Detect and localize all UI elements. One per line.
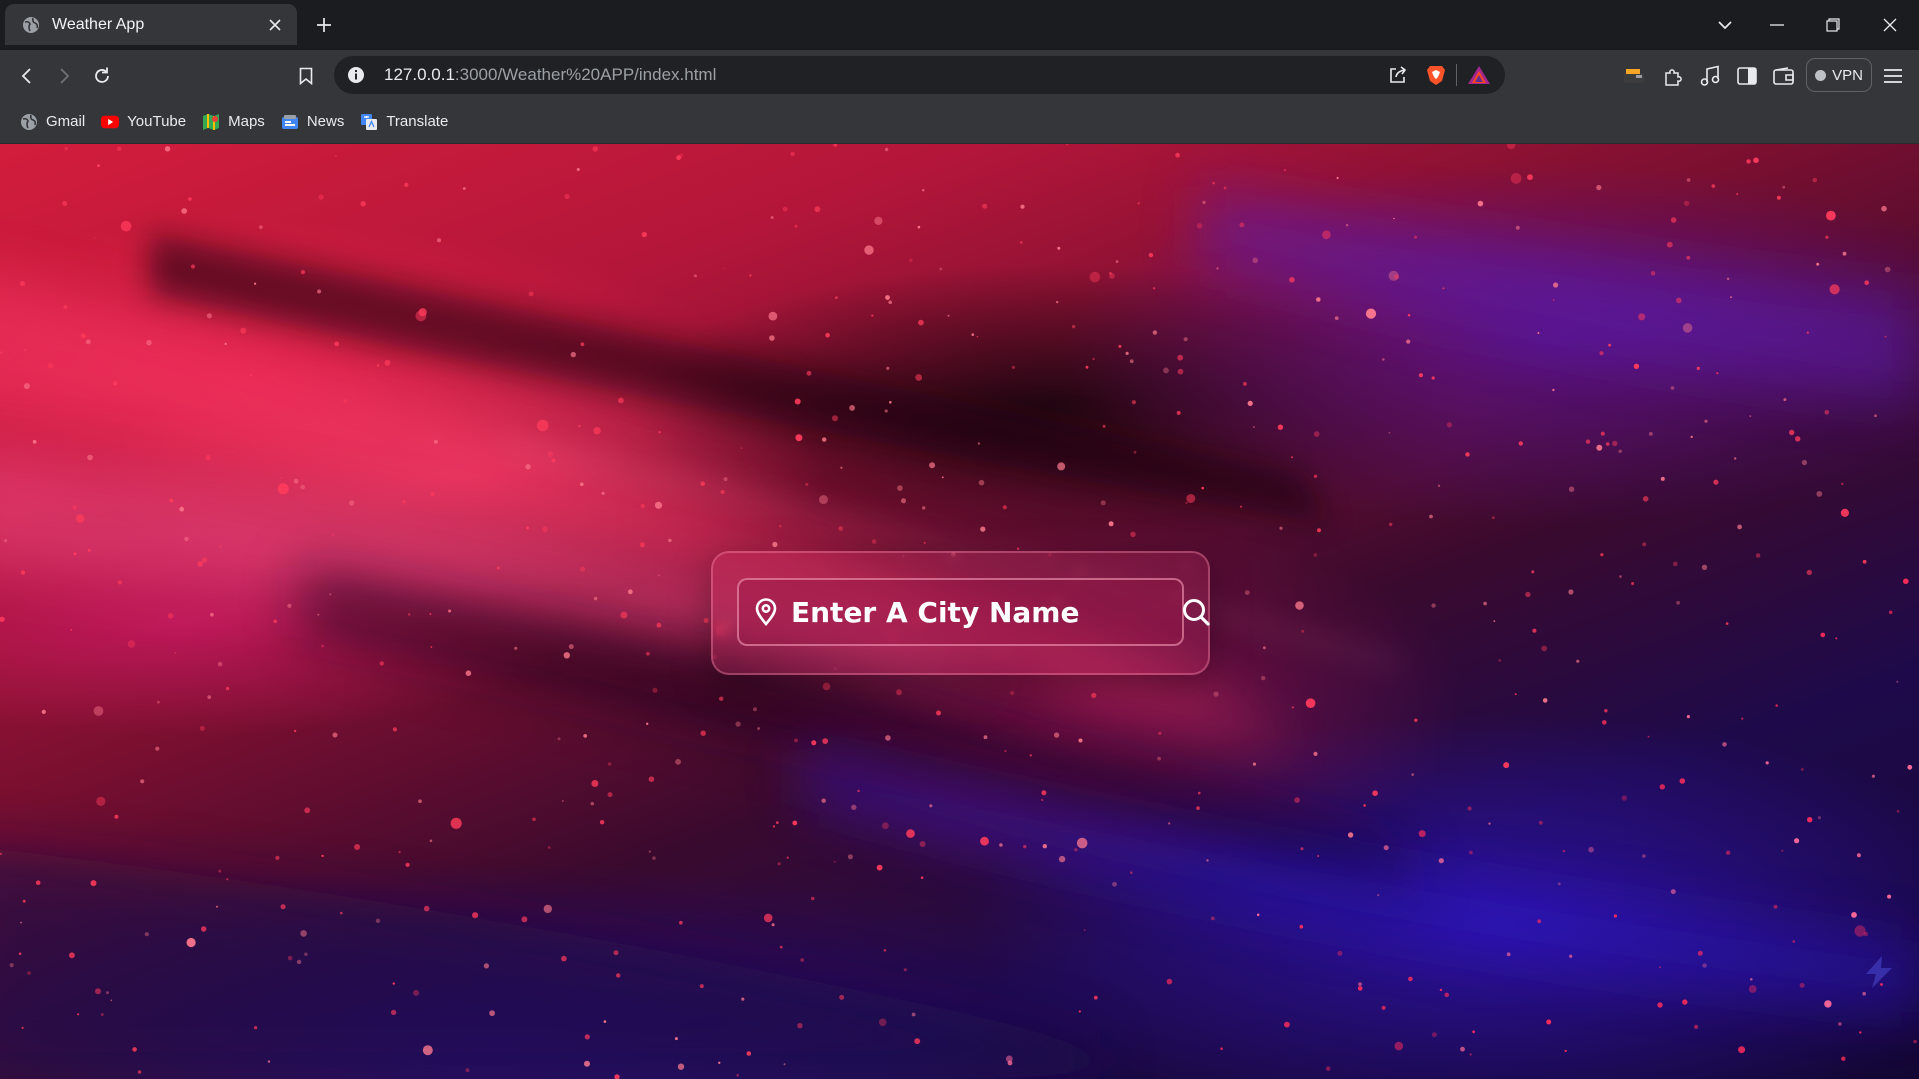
globe-icon — [20, 113, 38, 131]
forward-arrow-icon[interactable] — [50, 62, 78, 90]
address-bar[interactable]: 127.0.0.1:3000/Weather%20APP/index.html — [334, 56, 1505, 94]
puzzle-extensions-icon[interactable] — [1660, 63, 1686, 89]
youtube-icon — [101, 113, 120, 131]
reload-icon[interactable] — [88, 62, 116, 90]
brave-rewards-icon[interactable] — [1467, 65, 1491, 85]
bookmark-gmail[interactable]: Gmail — [14, 107, 91, 137]
bookmark-label: Translate — [386, 113, 449, 130]
wallet-icon[interactable] — [1771, 63, 1797, 89]
url-path: :3000/Weather%20APP/index.html — [454, 65, 717, 84]
maps-icon — [202, 113, 220, 131]
globe-icon — [22, 16, 40, 34]
new-tab-icon[interactable] — [312, 13, 336, 37]
address-url[interactable]: 127.0.0.1:3000/Weather%20APP/index.html — [384, 65, 1388, 85]
city-search-input[interactable] — [791, 595, 1181, 629]
search-card — [711, 551, 1210, 675]
browser-toolbar: 127.0.0.1:3000/Weather%20APP/index.html — [0, 50, 1919, 100]
news-icon — [281, 113, 299, 131]
corner-bolt-icon — [1866, 956, 1892, 988]
sidebar-icon[interactable] — [1734, 63, 1760, 89]
chevron-down-icon[interactable] — [1713, 13, 1737, 37]
close-window-icon[interactable] — [1862, 0, 1918, 50]
tab-strip: Weather App — [0, 0, 1919, 50]
vpn-status-dot — [1815, 69, 1827, 81]
close-tab-icon[interactable] — [265, 15, 285, 35]
city-search-box[interactable] — [737, 578, 1210, 646]
back-arrow-icon[interactable] — [13, 62, 41, 90]
brave-shields-icon[interactable] — [1426, 64, 1446, 86]
bookmark-translate[interactable]: Translate — [354, 107, 454, 137]
media-music-icon[interactable] — [1697, 63, 1723, 89]
bookmark-label: News — [306, 113, 345, 130]
vpn-button[interactable]: VPN — [1806, 58, 1872, 92]
page-viewport — [0, 144, 1919, 1079]
bookmarks-bar: Gmail YouTube Maps News Translate — [0, 100, 1919, 144]
bookmark-label: YouTube — [127, 113, 187, 130]
bookmark-icon[interactable] — [292, 62, 320, 90]
bookmark-label: Gmail — [46, 113, 86, 130]
restore-icon[interactable] — [1805, 0, 1861, 50]
bookmark-youtube[interactable]: YouTube — [95, 107, 192, 137]
hamburger-menu-icon[interactable] — [1880, 63, 1906, 89]
tab-title: Weather App — [52, 15, 145, 33]
bookmark-maps[interactable]: Maps — [196, 107, 271, 137]
vpn-label: VPN — [1832, 66, 1863, 84]
share-icon[interactable] — [1388, 65, 1408, 85]
extension-icon[interactable] — [1621, 63, 1647, 89]
minimize-icon[interactable] — [1749, 0, 1805, 50]
bookmark-news[interactable]: News — [275, 107, 351, 137]
translate-icon — [360, 113, 378, 131]
site-info-icon[interactable] — [346, 65, 366, 85]
toolbar-divider — [1456, 64, 1457, 86]
browser-tab[interactable]: Weather App — [5, 4, 297, 45]
search-icon[interactable] — [1181, 594, 1211, 630]
bookmark-label: Maps — [228, 113, 265, 130]
location-pin-icon — [753, 597, 779, 627]
url-host: 127.0.0.1 — [384, 65, 455, 84]
